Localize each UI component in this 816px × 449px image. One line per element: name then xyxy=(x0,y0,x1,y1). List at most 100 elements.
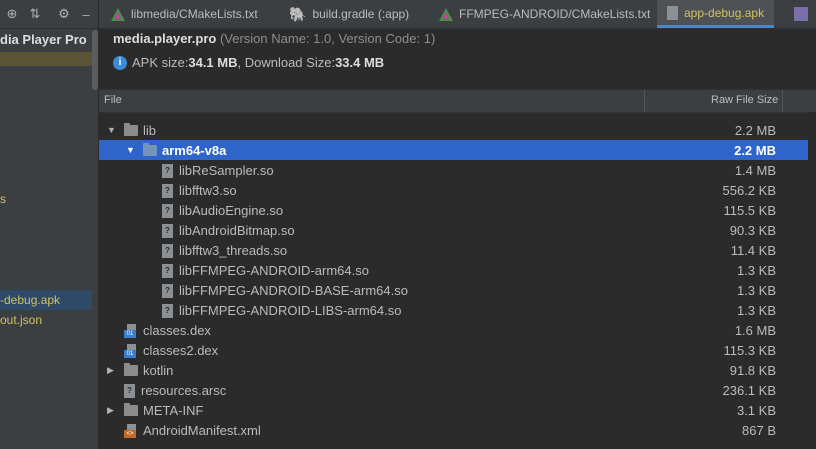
version-info: (Version Name: 1.0, Version Code: 1) xyxy=(219,31,436,46)
cmake-file-icon xyxy=(794,7,808,21)
tab-app-debug-apk[interactable]: app-debug.apk xyxy=(657,0,775,28)
file-name: kotlin xyxy=(143,363,174,378)
unknown-file-icon: ? xyxy=(162,283,173,298)
unknown-file-icon: ? xyxy=(162,223,173,238)
editor-tab-bar: libmedia/CMakeLists.txt 🐘 build.gradle (… xyxy=(99,0,816,29)
row-name: classes2.dex xyxy=(124,343,218,358)
project-item[interactable]: s xyxy=(0,192,6,206)
folder-icon xyxy=(124,123,138,136)
expand-arrow-icon[interactable]: ▼ xyxy=(107,125,116,135)
project-pane: ⊕ ⇅ ⚙ – dia Player Pro s -debug.apk out.… xyxy=(0,0,99,449)
unknown-file-icon: ? xyxy=(162,243,173,258)
info-icon: i xyxy=(113,55,127,70)
table-row[interactable]: ? resources.arsc 236.1 KB xyxy=(99,380,816,400)
cmake-icon xyxy=(111,7,125,21)
row-name: ? libReSampler.so xyxy=(162,163,274,178)
locate-icon[interactable]: ⊕ xyxy=(4,6,20,22)
xml-file-icon xyxy=(124,423,138,438)
unknown-file-icon: ? xyxy=(162,263,173,278)
column-file[interactable]: File xyxy=(104,94,122,106)
file-size: 90.3 KB xyxy=(729,223,776,238)
file-name: classes2.dex xyxy=(143,343,219,358)
gear-icon[interactable]: ⚙ xyxy=(56,6,72,22)
download-size-label: , Download Size: xyxy=(237,55,336,70)
row-name: classes.dex xyxy=(124,323,211,338)
file-name: libAudioEngine.so xyxy=(179,203,284,218)
project-item-json[interactable]: out.json xyxy=(0,313,42,327)
tab-libmedia-cmake[interactable]: libmedia/CMakeLists.txt xyxy=(111,0,258,28)
minimize-icon[interactable]: – xyxy=(78,6,94,22)
file-size: 867 B xyxy=(742,423,776,438)
folder-icon xyxy=(143,143,157,156)
row-name: ? libFFMPEG-ANDROID-LIBS-arm64.so xyxy=(162,303,401,318)
row-name: ? libfftw3_threads.so xyxy=(162,243,287,258)
collapse-arrow-icon[interactable]: ▶ xyxy=(107,365,114,376)
row-name: AndroidManifest.xml xyxy=(124,423,261,438)
apk-icon xyxy=(667,5,678,20)
column-raw-size[interactable]: Raw File Size xyxy=(711,94,778,106)
row-name: ? libFFMPEG-ANDROID-arm64.so xyxy=(162,263,369,278)
file-size: 1.3 KB xyxy=(736,303,776,318)
unknown-file-icon: ? xyxy=(124,383,135,398)
tree-scrollbar[interactable] xyxy=(808,112,816,449)
table-row[interactable]: ? libFFMPEG-ANDROID-BASE-arm64.so 1.3 KB xyxy=(99,280,816,300)
project-scrollbar[interactable] xyxy=(92,30,98,90)
package-name: media.player.pro xyxy=(113,31,217,46)
column-divider[interactable] xyxy=(782,90,783,112)
file-size: 1.6 MB xyxy=(734,323,776,338)
unknown-file-icon: ? xyxy=(162,163,173,178)
file-size: 1.3 KB xyxy=(736,263,776,278)
table-row[interactable]: ? libFFMPEG-ANDROID-LIBS-arm64.so 1.3 KB xyxy=(99,300,816,320)
download-size-value: 33.4 MB xyxy=(335,55,385,70)
table-row[interactable]: ? libFFMPEG-ANDROID-arm64.so 1.3 KB xyxy=(99,260,816,280)
table-row[interactable]: ? libfftw3.so 556.2 KB xyxy=(99,180,816,200)
collapse-all-icon[interactable]: ⇅ xyxy=(27,6,43,22)
apk-size-info: i APK size: 34.1 MB , Download Size: 33.… xyxy=(113,55,384,70)
file-size: 115.5 KB xyxy=(723,203,776,218)
file-name: arm64-v8a xyxy=(162,143,227,158)
expand-arrow-icon[interactable]: ▼ xyxy=(126,145,135,155)
tab-label: libmedia/CMakeLists.txt xyxy=(131,7,258,21)
table-header: File Raw File Size xyxy=(99,89,816,113)
tab-label: app-debug.apk xyxy=(684,5,765,20)
file-size: 91.8 KB xyxy=(729,363,776,378)
tab-overflow[interactable] xyxy=(794,0,814,28)
row-name: lib xyxy=(124,123,156,138)
tab-build-gradle[interactable]: 🐘 build.gradle (:app) xyxy=(289,0,409,28)
file-name: AndroidManifest.xml xyxy=(143,423,261,438)
table-row[interactable]: classes.dex 1.6 MB xyxy=(99,320,816,340)
table-row[interactable]: ? libAndroidBitmap.so 90.3 KB xyxy=(99,220,816,240)
row-name: ? libfftw3.so xyxy=(162,183,237,198)
project-highlight xyxy=(0,52,94,66)
table-row[interactable]: ▼ lib 2.2 MB xyxy=(99,120,816,140)
table-row[interactable]: ▼ arm64-v8a 2.2 MB xyxy=(99,140,816,160)
column-divider[interactable] xyxy=(644,90,645,112)
table-row[interactable]: ▶ META-INF 3.1 KB xyxy=(99,400,816,420)
project-item-apk[interactable]: -debug.apk xyxy=(0,293,60,307)
file-name: META-INF xyxy=(143,403,204,418)
file-name: libFFMPEG-ANDROID-BASE-arm64.so xyxy=(179,283,408,298)
file-name: libAndroidBitmap.so xyxy=(179,223,295,238)
table-row[interactable]: classes2.dex 115.3 KB xyxy=(99,340,816,360)
table-row[interactable]: ? libAudioEngine.so 115.5 KB xyxy=(99,200,816,220)
tab-ffmpeg-cmake[interactable]: FFMPEG-ANDROID/CMakeLists.txt xyxy=(439,0,650,28)
table-row[interactable]: AndroidManifest.xml 867 B xyxy=(99,420,816,440)
table-row[interactable]: ▶ kotlin 91.8 KB xyxy=(99,360,816,380)
tab-label: FFMPEG-ANDROID/CMakeLists.txt xyxy=(459,7,651,21)
table-row[interactable]: ? libfftw3_threads.so 11.4 KB xyxy=(99,240,816,260)
file-name: libfftw3_threads.so xyxy=(179,243,288,258)
file-name: lib xyxy=(143,123,157,138)
file-size: 236.1 KB xyxy=(722,383,777,398)
file-size: 1.4 MB xyxy=(734,163,776,178)
table-row[interactable]: ? libReSampler.so 1.4 MB xyxy=(99,160,816,180)
file-name: resources.arsc xyxy=(141,383,227,398)
file-size: 1.3 KB xyxy=(736,283,776,298)
file-name: libfftw3.so xyxy=(179,183,237,198)
dex-file-icon xyxy=(124,323,138,338)
row-name: META-INF xyxy=(124,403,203,418)
file-size: 2.2 MB xyxy=(734,143,776,158)
apk-tree: ▼ lib 2.2 MB ▼ arm64-v8a 2.2 MB? libReSampler.… xyxy=(99,112,816,449)
folder-icon xyxy=(124,403,138,416)
unknown-file-icon: ? xyxy=(162,303,173,318)
collapse-arrow-icon[interactable]: ▶ xyxy=(107,405,114,416)
